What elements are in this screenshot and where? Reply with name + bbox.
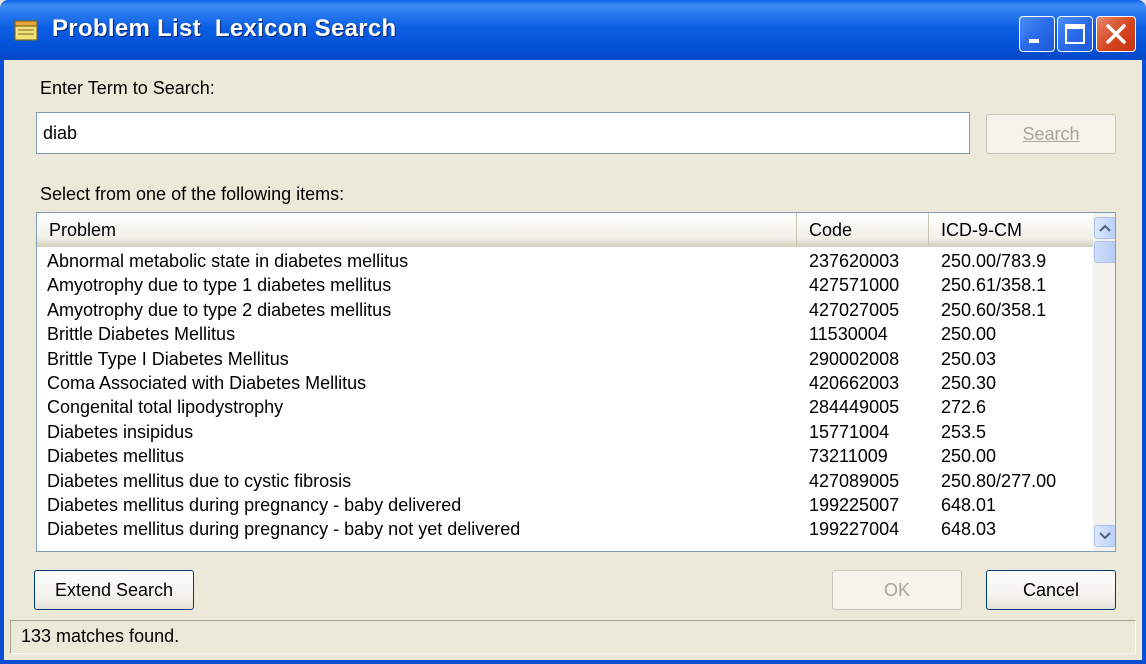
icd-cell: 250.80/277.00 [941, 470, 1057, 491]
search-button[interactable]: Search [986, 114, 1116, 154]
icd-cell: 250.61/358.1 [941, 275, 1047, 296]
column-header-code[interactable]: Code [797, 213, 929, 245]
close-button[interactable] [1096, 16, 1136, 52]
status-bar: 133 matches found. [10, 620, 1136, 654]
extend-search-button[interactable]: Extend Search [34, 570, 194, 610]
code-cell: 427089005 [809, 470, 900, 491]
list-item[interactable]: Diabetes insipidus 15771004 253.5 [37, 420, 1093, 444]
notepad-icon [14, 20, 38, 41]
list-header: Problem Code ICD-9-CM [37, 213, 1093, 247]
problem-cell: Diabetes mellitus during pregnancy - bab… [47, 494, 462, 515]
window-title: Problem List Lexicon Search [52, 15, 397, 42]
code-cell: 237620003 [809, 251, 900, 271]
icd-cell: 648.03 [941, 519, 997, 540]
code-cell: 290002008 [809, 348, 900, 369]
problem-cell: Brittle Diabetes Mellitus [47, 324, 236, 345]
code-cell: 420662003 [809, 372, 900, 393]
code-cell: 284449005 [809, 397, 900, 418]
icd-cell: 250.00 [941, 324, 997, 345]
problem-cell: Diabetes mellitus due to cystic fibrosis [47, 470, 352, 491]
title-bar[interactable]: Problem List Lexicon Search [0, 0, 1146, 60]
column-header-problem[interactable]: Problem [37, 213, 797, 245]
icd-cell: 253.5 [941, 421, 987, 442]
chevron-up-icon [1099, 224, 1111, 232]
code-cell: 15771004 [809, 421, 890, 442]
cancel-button[interactable]: Cancel [986, 570, 1116, 610]
icd-cell: 272.6 [941, 397, 987, 418]
code-cell: 199227004 [809, 519, 900, 540]
list-item[interactable]: Brittle Type I Diabetes Mellitus 29000200… [37, 347, 1093, 371]
code-cell: 11530004 [809, 324, 888, 345]
list-item[interactable]: Amyotrophy due to type 2 diabetes mellit… [37, 298, 1093, 322]
scroll-down-button[interactable] [1094, 525, 1115, 547]
list-item[interactable]: Abnormal metabolic state in diabetes mel… [37, 249, 1093, 273]
icd-cell: 250.00 [941, 446, 997, 467]
vertical-scrollbar[interactable] [1093, 213, 1115, 551]
problem-cell: Coma Associated with Diabetes Mellitus [47, 372, 367, 393]
column-header-icd[interactable]: ICD-9-CM [929, 213, 1093, 245]
icd-cell: 648.01 [941, 494, 997, 515]
list-item[interactable]: Diabetes mellitus during pregnancy - bab… [37, 517, 1093, 541]
icd-cell: 250.03 [941, 348, 997, 369]
close-icon [1106, 24, 1126, 44]
problem-cell: Amyotrophy due to type 2 diabetes mellit… [47, 299, 392, 320]
search-button-label: Search [1022, 123, 1080, 144]
icd-cell: 250.30 [941, 372, 997, 393]
icd-cell: 250.60/358.1 [941, 299, 1047, 320]
list-item[interactable]: Diabetes mellitus during pregnancy - bab… [37, 493, 1093, 517]
list-item[interactable]: Brittle Diabetes Mellitus 11530004 250.00 [37, 322, 1093, 346]
list-label: Select from one of the following items: [40, 184, 345, 204]
ok-label: OK [883, 579, 910, 600]
search-label: Enter Term to Search: [40, 78, 215, 98]
problem-cell: Diabetes mellitus during pregnancy - bab… [47, 519, 521, 540]
minimize-icon [1029, 39, 1039, 43]
scroll-up-button[interactable] [1094, 217, 1115, 239]
code-cell: 427027005 [809, 299, 900, 320]
chevron-down-icon [1099, 532, 1111, 540]
list-item[interactable]: Amyotrophy due to type 1 diabetes mellit… [37, 273, 1093, 297]
list-rows: Abnormal metabolic state in diabetes mel… [37, 249, 1093, 542]
maximize-icon [1065, 24, 1085, 44]
problem-cell: Congenital total lipodystrophy [47, 397, 284, 418]
maximize-button[interactable] [1057, 16, 1093, 52]
scroll-thumb[interactable] [1094, 241, 1115, 263]
problem-cell: Abnormal metabolic state in diabetes mel… [47, 251, 409, 271]
extend-search-label: Extend Search [54, 579, 174, 600]
list-item[interactable]: Diabetes mellitus due to cystic fibrosis… [37, 469, 1093, 493]
problem-cell: Brittle Type I Diabetes Mellitus [47, 348, 289, 369]
list-item[interactable]: Diabetes mellitus 73211009 250.00 [37, 444, 1093, 468]
code-cell: 199225007 [809, 494, 900, 515]
problem-cell: Diabetes insipidus [47, 421, 194, 442]
status-text: 133 matches found. [21, 626, 180, 646]
list-item[interactable]: Coma Associated with Diabetes Mellitus 42… [37, 371, 1093, 395]
search-input[interactable] [36, 112, 970, 154]
problem-cell: Diabetes mellitus [47, 446, 185, 467]
minimize-button[interactable] [1019, 16, 1055, 52]
cancel-label: Cancel [1022, 579, 1080, 600]
icd-cell: 250.00/783.9 [941, 251, 1047, 271]
problem-list[interactable]: Problem Code ICD-9-CM Abnormal metabolic… [36, 212, 1116, 552]
problem-cell: Amyotrophy due to type 1 diabetes mellit… [47, 275, 392, 296]
code-cell: 427571000 [809, 275, 900, 296]
list-item[interactable]: Congenital total lipodystrophy 284449005 2… [37, 395, 1093, 419]
code-cell: 73211009 [809, 446, 888, 467]
ok-button[interactable]: OK [832, 570, 962, 610]
